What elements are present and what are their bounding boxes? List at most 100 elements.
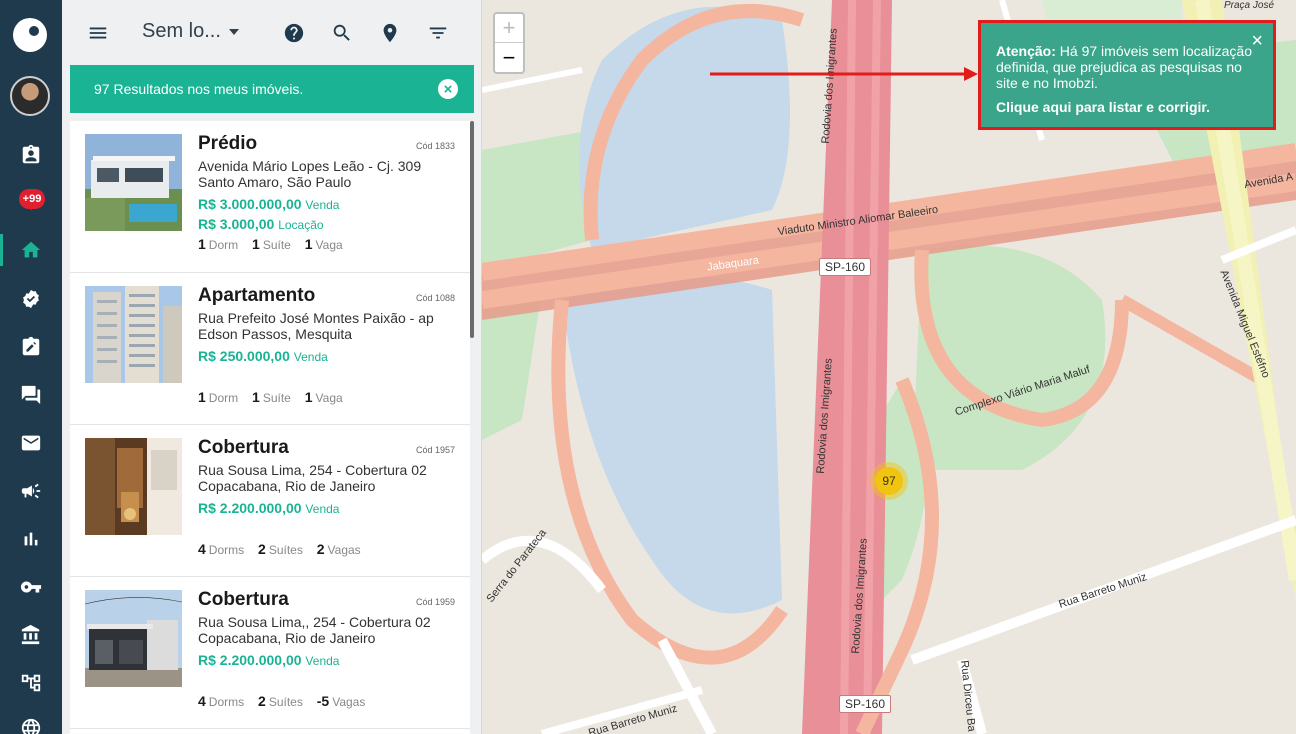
property-type: Prédio <box>198 133 258 154</box>
property-address: Rua Prefeito José Montes Paixão - ap Eds… <box>198 310 446 342</box>
close-icon: × <box>443 80 453 98</box>
property-code: Cód 1959 <box>415 597 455 607</box>
imobzi-logo-icon[interactable] <box>13 18 47 52</box>
sale-price: R$ 250.000,00 Venda <box>198 348 328 364</box>
mail-icon <box>21 435 41 451</box>
property-address: Rua Sousa Lima, 254 - Cobertura 02 Copac… <box>198 462 446 494</box>
cluster-count: 97 <box>875 467 903 495</box>
alert-close-button[interactable]: × <box>1251 31 1263 51</box>
address-line: Santo Amaro, São Paulo <box>198 174 352 190</box>
address-line: Rua Sousa Lima, 254 - Cobertura 02 <box>198 462 427 478</box>
location-pin-icon <box>383 23 397 43</box>
sale-price: R$ 2.200.000,00 Venda <box>198 500 340 516</box>
contacts-icon <box>22 144 40 164</box>
nav-contracts[interactable] <box>0 327 62 367</box>
address-line: Copacabana, Rio de Janeiro <box>198 478 376 494</box>
rent-price: R$ 3.000,00 Locação <box>198 216 324 232</box>
place-label: Praça José <box>1224 0 1275 11</box>
bar-chart-icon <box>24 532 38 546</box>
property-address: Avenida Mário Lopes Leão - Cj. 309 Santo… <box>198 158 446 190</box>
nav-reports[interactable] <box>0 519 62 559</box>
listing-list: Prédio Cód 1833 Avenida Mário Lopes Leão… <box>70 121 470 734</box>
location-button[interactable] <box>377 20 403 46</box>
help-button[interactable] <box>281 20 307 46</box>
sale-price: R$ 2.200.000,00 Venda <box>198 652 340 668</box>
nav-finance[interactable] <box>0 615 62 655</box>
nav-marketing[interactable] <box>0 471 62 511</box>
results-banner: 97 Resultados nos meus imóveis. × <box>70 65 474 113</box>
property-photo <box>85 438 182 535</box>
results-count-text: 97 Resultados nos meus imóveis. <box>94 81 304 97</box>
property-photo <box>85 590 182 687</box>
attention-arrow-icon <box>710 67 978 81</box>
globe-icon <box>21 718 41 734</box>
property-features: 1 Dorm 1 Suíte 1 Vaga <box>198 389 343 405</box>
nav-keys[interactable] <box>0 567 62 607</box>
filter-button[interactable] <box>425 20 451 46</box>
view-selector[interactable]: Sem lo... <box>142 20 239 43</box>
nav-integrations[interactable] <box>0 663 62 703</box>
hamburger-icon <box>89 27 107 39</box>
nav-rail: +99 <box>0 0 62 734</box>
menu-button[interactable] <box>85 20 111 46</box>
property-type: Cobertura <box>198 589 289 610</box>
address-line: Edson Passos, Mesquita <box>198 326 353 342</box>
chevron-down-icon <box>228 28 239 35</box>
address-line: Rua Prefeito José Montes Paixão - ap <box>198 310 434 326</box>
notification-badge: +99 <box>19 189 45 209</box>
nav-email[interactable] <box>0 423 62 463</box>
property-cluster-marker[interactable]: 97 <box>870 462 908 500</box>
property-photo <box>85 134 182 231</box>
property-photo <box>85 286 182 383</box>
zoom-in-button[interactable]: + <box>495 14 523 43</box>
property-code: Cód 1957 <box>415 445 455 455</box>
highway-shield: SP-160 <box>839 695 892 713</box>
list-scrollbar[interactable] <box>470 121 474 338</box>
property-type: Apartamento <box>198 285 316 306</box>
listing-card[interactable]: Cobertura Cód 1959 Rua Sousa Lima,, 254 … <box>70 577 470 729</box>
property-code: Cód 1088 <box>415 293 455 303</box>
verified-icon <box>23 289 39 309</box>
property-type: Cobertura <box>198 437 289 458</box>
edit-document-icon <box>22 336 40 356</box>
nav-website[interactable] <box>0 708 62 734</box>
listing-card[interactable]: Cobertura Cód 1957 Rua Sousa Lima, 254 -… <box>70 425 470 577</box>
key-icon <box>20 581 42 593</box>
property-features: 4 Dorms 2 Suítes 2 Vagas <box>198 541 361 557</box>
listing-panel: Sem lo... 97 Resultados nos meus imóveis… <box>62 0 482 734</box>
home-icon <box>21 241 41 258</box>
highway-shield: SP-160 <box>819 258 872 276</box>
chat-icon <box>21 385 41 405</box>
address-line: Rua Sousa Lima,, 254 - Cobertura 02 <box>198 614 431 630</box>
sitemap-icon <box>21 674 41 692</box>
property-address: Rua Sousa Lima,, 254 - Cobertura 02 Copa… <box>198 614 446 646</box>
clear-results-button[interactable]: × <box>438 79 458 99</box>
sale-price: R$ 3.000.000,00 Venda <box>198 196 340 212</box>
alert-title: Atenção: <box>996 43 1056 59</box>
alert-message: Atenção: Há 97 imóveis sem localização d… <box>996 43 1257 91</box>
nav-home[interactable] <box>0 230 62 270</box>
panel-toolbar: Sem lo... <box>62 0 481 65</box>
view-selector-label: Sem lo... <box>142 20 221 42</box>
property-features: 4 Dorms 2 Suítes -5 Vagas <box>198 693 366 709</box>
search-icon <box>333 24 350 41</box>
address-line: Avenida Mário Lopes Leão - Cj. 309 <box>198 158 422 174</box>
user-avatar[interactable] <box>10 76 50 116</box>
fix-locations-link[interactable]: Clique aqui para listar e corrigir. <box>996 99 1257 115</box>
nav-tasks[interactable] <box>0 279 62 319</box>
megaphone-icon <box>21 483 41 499</box>
filter-icon <box>429 27 447 39</box>
listing-card[interactable]: Prédio Cód 1833 Avenida Mário Lopes Leão… <box>70 121 470 273</box>
missing-location-alert: × Atenção: Há 97 imóveis sem localização… <box>978 20 1276 130</box>
search-button[interactable] <box>329 20 355 46</box>
help-icon <box>284 23 304 43</box>
zoom-control: + − <box>493 12 525 74</box>
bank-icon <box>21 624 40 645</box>
zoom-out-button[interactable]: − <box>495 43 523 72</box>
listing-card[interactable]: Apartamento Cód 1088 Rua Prefeito José M… <box>70 273 470 425</box>
nav-chat[interactable] <box>0 375 62 415</box>
property-features: 1 Dorm 1 Suíte 1 Vaga <box>198 236 343 252</box>
property-code: Cód 1833 <box>415 141 455 151</box>
address-line: Copacabana, Rio de Janeiro <box>198 630 376 646</box>
nav-contacts[interactable] <box>0 135 62 175</box>
